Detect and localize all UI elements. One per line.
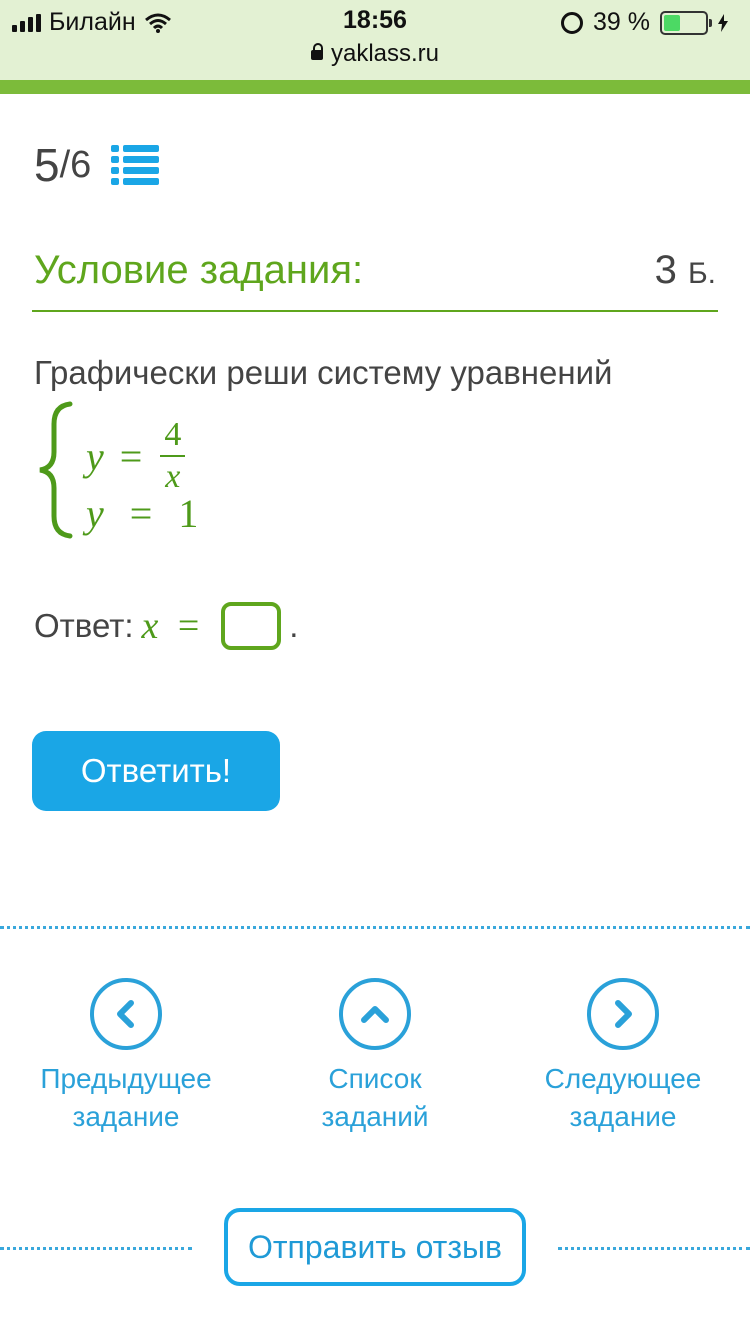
next-task-label-1: Следующее (544, 1063, 702, 1094)
alarm-icon (561, 11, 584, 34)
status-right: 39 % (561, 8, 728, 37)
answer-suffix: . (289, 607, 299, 644)
task-list-label-1: Список (328, 1063, 422, 1094)
score-value: 3 (654, 248, 677, 292)
fraction: 4 x (160, 418, 186, 495)
eq2-variable: y (86, 491, 104, 536)
eq2-value: 1 (178, 491, 199, 536)
fraction-denominator: x (165, 458, 181, 495)
battery-percent: 39 % (593, 8, 650, 36)
task-list-label-2: заданий (321, 1101, 429, 1132)
answer-variable: x (141, 605, 159, 647)
eq1-sign: = (119, 433, 143, 479)
next-task-label-2: задание (569, 1101, 677, 1132)
chevron-left-icon (90, 978, 162, 1050)
task-counter: 5/6 (34, 138, 160, 192)
lock-icon (310, 43, 323, 60)
next-task-link[interactable]: Следующее задание (523, 978, 723, 1136)
prev-task-label-2: задание (72, 1101, 180, 1132)
status-bar: Билайн 18:56 39 % yaklass.ru (0, 0, 750, 80)
feedback-divider-left (0, 1247, 192, 1250)
battery-icon (660, 10, 712, 35)
task-text: Графически реши систему уравнений (34, 354, 613, 391)
answer-row: Ответ: x = . (34, 600, 298, 652)
submit-button[interactable]: Ответить! (32, 731, 280, 811)
prev-task-link[interactable]: Предыдущее задание (26, 978, 226, 1136)
send-feedback-button[interactable]: Отправить отзыв (224, 1208, 526, 1286)
header-divider (0, 80, 750, 94)
prev-task-label-1: Предыдущее (40, 1063, 212, 1094)
condition-divider (32, 310, 718, 312)
url-text: yaklass.ru (330, 40, 440, 67)
condition-title: Условие задания: (34, 248, 364, 292)
url-bar[interactable]: yaklass.ru (0, 40, 750, 68)
equation-1: y = 4 x (86, 418, 186, 495)
score-unit: Б. (687, 257, 716, 290)
feedback-divider-right (558, 1247, 750, 1250)
chevron-up-icon (339, 978, 411, 1050)
charging-icon (718, 13, 728, 32)
eq1-variable: y (86, 433, 104, 479)
answer-input[interactable] (221, 602, 282, 650)
equation-2: y = 1 (86, 490, 198, 537)
chevron-right-icon (587, 978, 659, 1050)
fraction-numerator: 4 (160, 418, 186, 457)
answer-sign: = (177, 605, 200, 647)
total-task-number: 6 (70, 143, 92, 186)
answer-label: Ответ: (34, 607, 134, 644)
nav-divider-dotted (0, 926, 750, 929)
current-task-number: 5 (34, 139, 60, 191)
eq2-sign: = (129, 491, 153, 536)
task-list-icon[interactable] (111, 143, 160, 187)
score: 3 Б. (655, 248, 716, 293)
answer-expression: x = (141, 604, 199, 648)
system-brace (39, 401, 73, 539)
task-list-link[interactable]: Список заданий (275, 978, 475, 1136)
